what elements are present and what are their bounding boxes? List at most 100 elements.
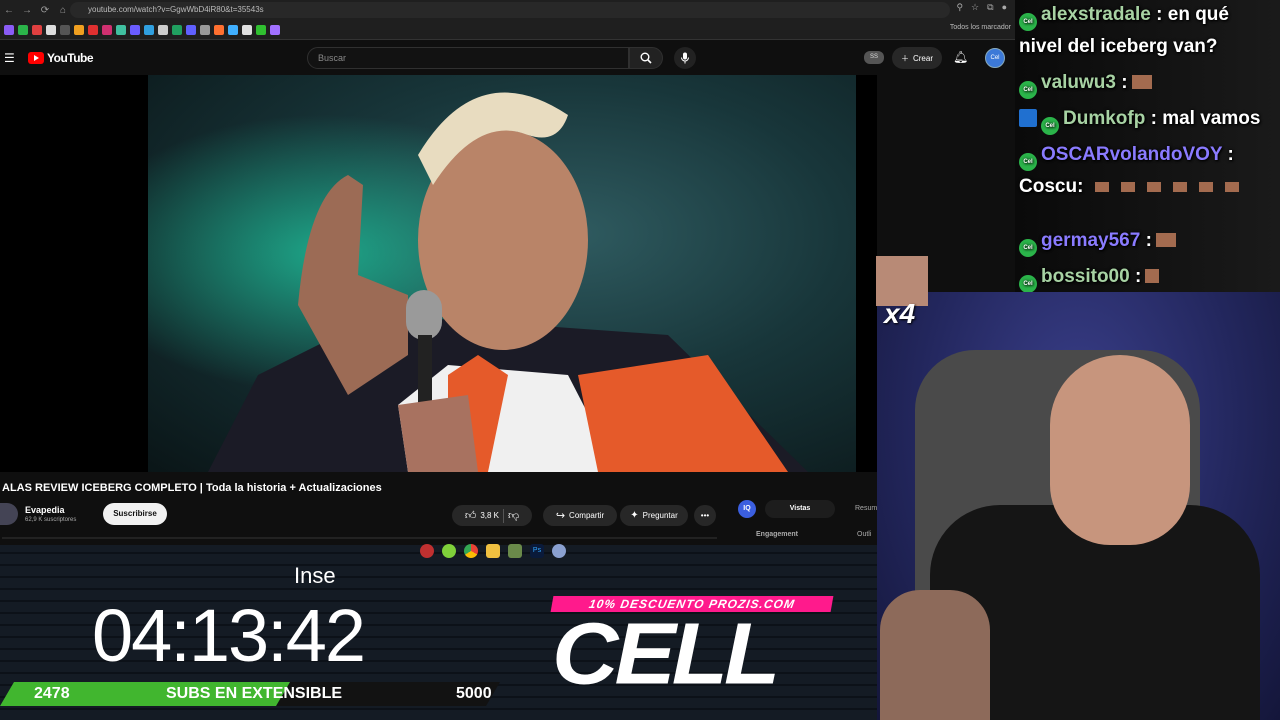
bookmark-icon[interactable] xyxy=(18,24,28,35)
bookmark-icon[interactable] xyxy=(200,24,210,35)
chrome-icon[interactable] xyxy=(464,544,478,558)
photoshop-icon[interactable]: Ps xyxy=(530,544,544,558)
bookmark-icon[interactable] xyxy=(172,24,182,35)
search-button[interactable] xyxy=(629,47,663,69)
bookmark-icon[interactable] xyxy=(46,24,56,35)
chat-message: Cel OSCARvolandoVOY : xyxy=(1019,144,1234,171)
bookmark-icon[interactable] xyxy=(186,24,196,35)
sparkle-icon: ✦ xyxy=(630,510,639,521)
emote-icon xyxy=(1095,182,1110,192)
chat-text: : xyxy=(1145,230,1152,251)
bookmarks-bar: Todos los marcador xyxy=(0,20,1015,40)
chat-text: : mal vamos xyxy=(1150,108,1261,129)
chat-badge-icon: Cel xyxy=(1019,239,1037,257)
address-bar[interactable]: youtube.com/watch?v=GgwWbD4iR80&t=35543s xyxy=(70,2,950,18)
plus-icon: ＋ xyxy=(900,53,909,63)
bookmark-icon[interactable] xyxy=(60,24,70,35)
emote-icon xyxy=(1145,269,1160,283)
account-avatar[interactable]: Cel xyxy=(985,48,1005,68)
tab-summary[interactable]: Resum xyxy=(855,505,877,512)
chat-badge-icon: Cel xyxy=(1019,13,1037,31)
chat-text: nivel del iceberg van? xyxy=(1019,36,1218,57)
profile-icon[interactable]: ● xyxy=(1002,2,1007,13)
youtube-play-icon xyxy=(28,52,44,64)
app-icon[interactable] xyxy=(508,544,522,558)
star-icon[interactable]: ☆ xyxy=(971,2,979,13)
emote-icon xyxy=(1131,75,1152,89)
bookmark-icon[interactable] xyxy=(130,24,140,35)
bookmark-icon[interactable] xyxy=(242,24,252,35)
ask-label: Preguntar xyxy=(642,511,678,520)
like-button[interactable]: 👍︎ 3,8 K xyxy=(465,509,499,522)
chat-username: bossito00 xyxy=(1041,266,1130,287)
stream-screen: ← → ⟳ ⌂ youtube.com/watch?v=GgwWbD4iR80&… xyxy=(0,0,1280,720)
emote-icon xyxy=(1199,182,1214,192)
back-icon[interactable]: ← xyxy=(0,0,18,20)
overlay-text: Inse xyxy=(294,563,336,588)
chat-message: Cel Dumkofp : mal vamos xyxy=(1019,108,1260,135)
chat-text: : xyxy=(1227,144,1234,165)
forward-icon[interactable]: → xyxy=(18,0,36,20)
voice-search-button[interactable] xyxy=(674,47,696,69)
search-input[interactable]: Buscar xyxy=(307,47,629,69)
channel-avatar[interactable] xyxy=(0,503,18,525)
video-player[interactable] xyxy=(0,75,877,472)
chat-text: : en qué xyxy=(1156,4,1229,25)
emote-icon xyxy=(1225,182,1240,192)
youtube-logo[interactable]: YouTube xyxy=(28,51,94,65)
browser-actions: ⚲ ☆ ⧉ ● xyxy=(956,2,1007,13)
iq-extension-icon[interactable]: IQ xyxy=(738,500,756,518)
bookmark-icon[interactable] xyxy=(214,24,224,35)
ask-button[interactable]: ✦ Preguntar xyxy=(620,505,688,526)
emote-icon xyxy=(1173,182,1188,192)
divider xyxy=(503,508,504,523)
menu-icon[interactable]: ☰ xyxy=(4,51,15,65)
channel-subscribers: 62,9 K suscriptores xyxy=(25,517,77,523)
chat-text: : xyxy=(1121,72,1128,93)
zoom-icon[interactable]: ⚲ xyxy=(956,2,963,13)
chat-message: Coscu: xyxy=(1019,176,1240,198)
bookmark-icon[interactable] xyxy=(4,24,14,35)
bookmark-icon[interactable] xyxy=(88,24,98,35)
bookmark-icon[interactable] xyxy=(228,24,238,35)
bookmark-icon[interactable] xyxy=(158,24,168,35)
bookmark-icon[interactable] xyxy=(256,24,266,35)
chat-username: alexstradale xyxy=(1041,4,1151,25)
share-button[interactable]: ↪ Compartir xyxy=(543,505,617,526)
create-button[interactable]: ＋ Crear xyxy=(892,47,942,69)
browser-toolbar: ← → ⟳ ⌂ youtube.com/watch?v=GgwWbD4iR80&… xyxy=(0,0,1015,20)
tab-views[interactable]: Vistas xyxy=(765,500,835,518)
more-actions-button[interactable]: ••• xyxy=(694,505,716,526)
file-explorer-icon[interactable] xyxy=(486,544,500,558)
ss-badge[interactable]: SS xyxy=(864,51,884,64)
bookmark-icon[interactable] xyxy=(144,24,154,35)
youtube-wordmark: YouTube xyxy=(47,51,94,65)
app-icon[interactable] xyxy=(552,544,566,558)
browser-window: ← → ⟳ ⌂ youtube.com/watch?v=GgwWbD4iR80&… xyxy=(0,0,1015,545)
video-thumbnail-image xyxy=(148,75,856,472)
chat-message: Cel bossito00 : xyxy=(1019,266,1160,292)
app-icon[interactable] xyxy=(442,544,456,558)
bookmark-icon[interactable] xyxy=(116,24,126,35)
chat-text: Coscu: xyxy=(1019,176,1084,197)
notifications-icon[interactable]: 🔔︎ xyxy=(953,50,968,64)
all-bookmarks[interactable]: Todos los marcador xyxy=(950,24,1011,31)
reload-icon[interactable]: ⟳ xyxy=(36,0,54,20)
engagement-label: Engagement xyxy=(756,531,799,538)
chat-text: : xyxy=(1134,266,1142,287)
bookmark-icon[interactable] xyxy=(32,24,42,35)
subs-current: 2478 xyxy=(34,685,70,702)
subscribe-button[interactable]: Suscribirse xyxy=(103,503,167,525)
bookmark-icon[interactable] xyxy=(74,24,84,35)
like-count: 3,8 K xyxy=(480,511,499,520)
chat-message: Cel germay567 : xyxy=(1019,230,1176,257)
bookmark-icon[interactable] xyxy=(102,24,112,35)
obs-icon[interactable] xyxy=(420,544,434,558)
emote-icon xyxy=(1147,182,1162,192)
extensions-icon[interactable]: ⧉ xyxy=(987,2,993,13)
thumbs-up-icon: 👍︎ xyxy=(464,510,477,522)
channel-name[interactable]: Evapedia xyxy=(25,505,65,515)
thumbs-down-icon[interactable]: 👎︎ xyxy=(508,509,519,522)
emote-icon xyxy=(1155,233,1176,247)
bookmark-icon[interactable] xyxy=(270,24,280,35)
